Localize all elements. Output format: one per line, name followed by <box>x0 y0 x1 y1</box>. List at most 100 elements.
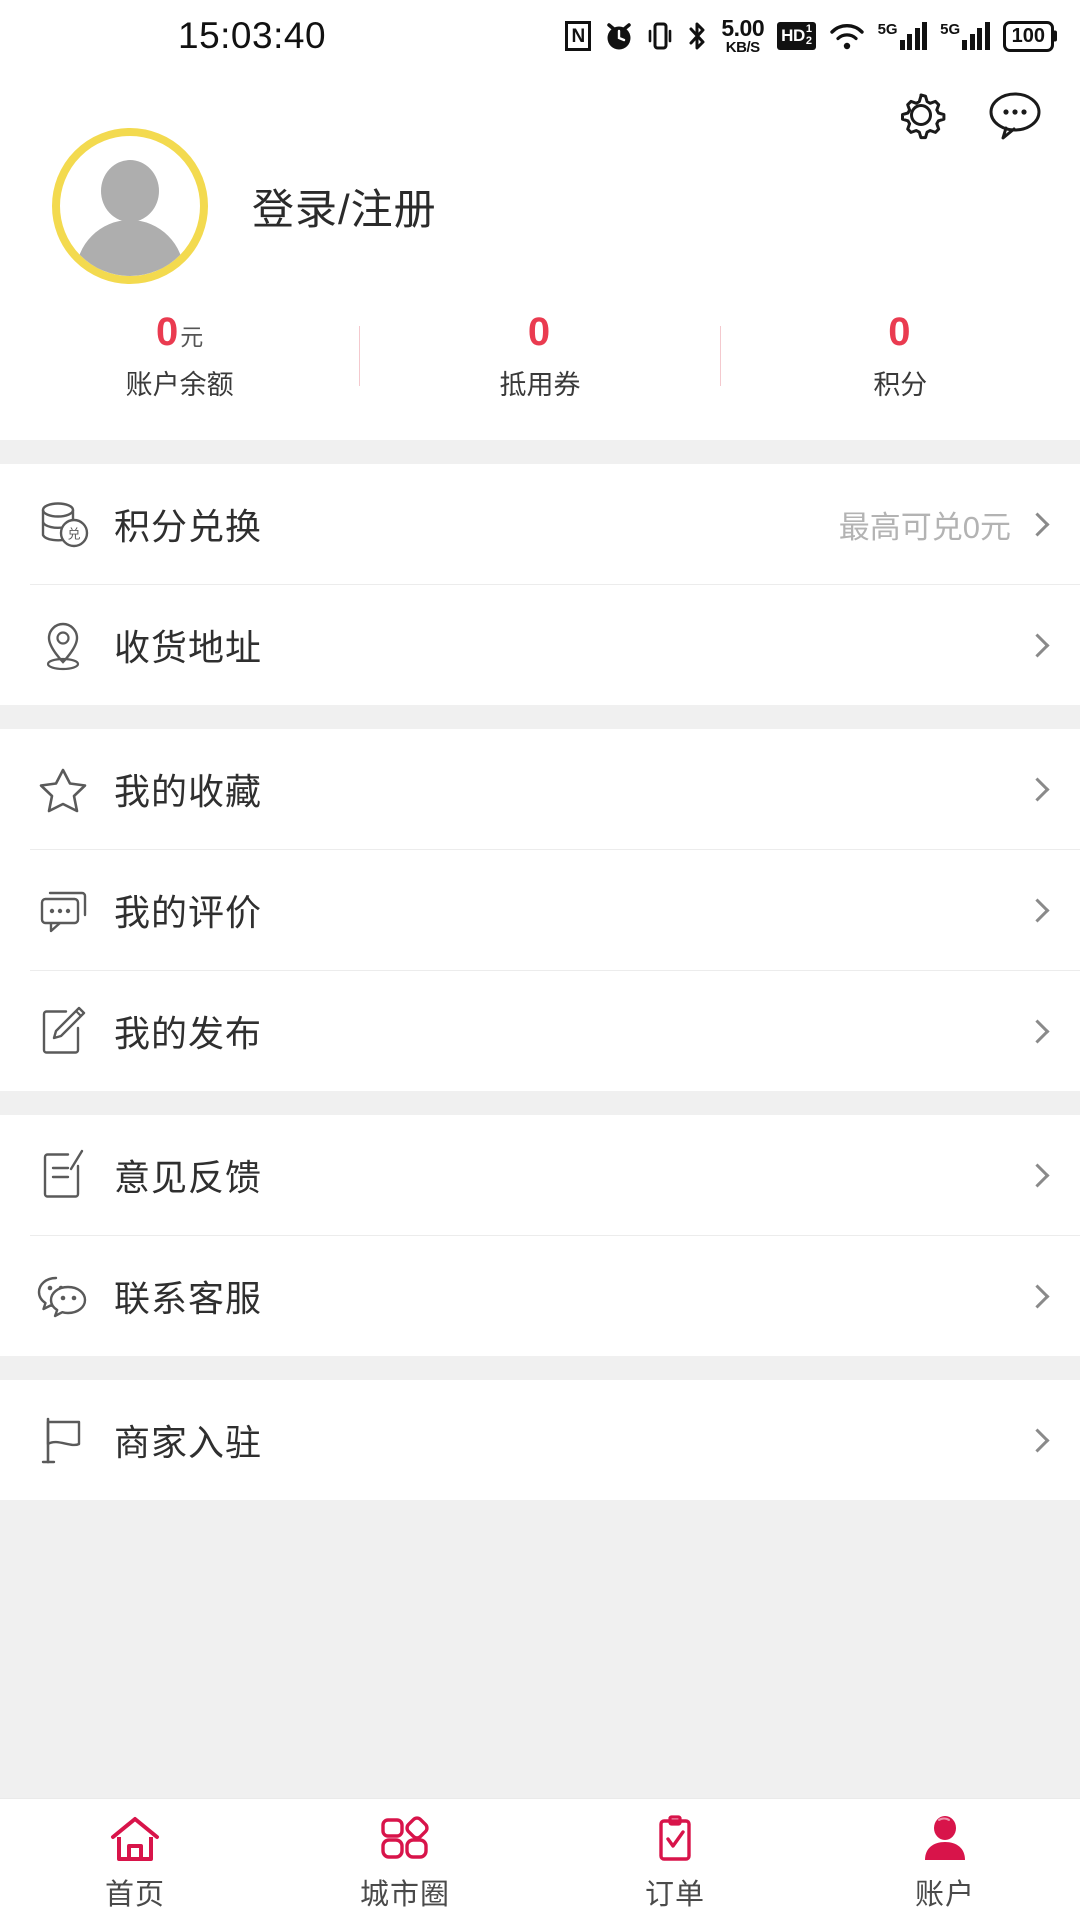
chevron-right-icon <box>1025 897 1050 923</box>
stat-balance-label: 账户余额 <box>125 370 234 400</box>
wifi-icon <box>829 21 865 51</box>
menu-item-customer-service[interactable]: 联系客服 <box>0 1236 1080 1356</box>
chevron-right-icon <box>1025 1018 1050 1044</box>
location-pin-icon <box>34 616 100 674</box>
menu-item-points-exchange[interactable]: 兑 积分兑换 最高可兑0元 <box>0 464 1080 584</box>
svg-text:兑: 兑 <box>67 527 80 542</box>
wechat-bubbles-icon <box>34 1267 100 1325</box>
stat-coupon-label: 抵用券 <box>499 370 581 400</box>
battery-icon: 100 <box>1002 20 1054 52</box>
avatar[interactable] <box>52 128 208 284</box>
edit-square-icon <box>34 1002 100 1060</box>
alarm-icon <box>604 20 634 52</box>
section-gap-2 <box>0 1091 1080 1115</box>
chevron-right-icon <box>1025 1162 1050 1188</box>
order-clipboard-icon <box>649 1813 701 1865</box>
menu-item-label: 我的发布 <box>114 1013 263 1054</box>
menu-item-right <box>1025 776 1050 802</box>
menu-item-right <box>1025 1018 1050 1044</box>
menu-item-label: 联系客服 <box>114 1278 263 1319</box>
nfc-icon: N <box>565 21 592 51</box>
stat-points-label: 积分 <box>873 370 928 400</box>
vibrate-icon <box>647 21 673 51</box>
tab-orders[interactable]: 订单 <box>540 1799 810 1920</box>
comment-icon <box>34 881 100 939</box>
network-speed-unit: KB/S <box>725 39 760 56</box>
tab-home[interactable]: 首页 <box>0 1799 270 1920</box>
bottom-filler <box>0 1500 1080 1798</box>
hd-icon-main: HD <box>781 26 805 46</box>
avatar-body-shape <box>76 220 184 276</box>
star-icon <box>34 760 100 818</box>
menu-item-right <box>1025 897 1050 923</box>
hd-voice-icon: HD 1 2 <box>777 22 816 50</box>
menu-item-my-reviews[interactable]: 我的评价 <box>0 850 1080 970</box>
section-gap-top <box>0 440 1080 464</box>
menu-item-feedback[interactable]: 意见反馈 <box>0 1115 1080 1235</box>
network-speed-indicator: 5.00 KB/S <box>721 15 765 56</box>
menu-section-4: 商家入驻 <box>0 1380 1080 1500</box>
chevron-right-icon <box>1025 632 1050 658</box>
menu-item-right <box>1025 1427 1050 1453</box>
signal-5g-1-icon: 5G <box>878 22 928 50</box>
status-bar-icons: N 5.00 KB/S HD 1 2 5G 5G 100 <box>565 17 1054 55</box>
menu-item-label: 积分兑换 <box>114 506 263 547</box>
chevron-right-icon <box>1025 776 1050 802</box>
tab-home-label: 首页 <box>104 1878 165 1911</box>
home-icon <box>109 1813 161 1865</box>
profile-header: 登录/注册 0元 账户余额 0 抵用券 0 积分 <box>0 72 1080 440</box>
hd-icon-sub2: 2 <box>805 35 812 47</box>
menu-item-favorites[interactable]: 我的收藏 <box>0 729 1080 849</box>
menu-item-label: 商家入驻 <box>114 1422 263 1463</box>
signal-5g-1-tag: 5G <box>877 21 898 38</box>
menu-item-right <box>1025 632 1050 658</box>
chevron-right-icon <box>1025 1427 1050 1453</box>
points-exchange-icon: 兑 <box>34 495 100 553</box>
section-gap-3 <box>0 1356 1080 1380</box>
status-bar-clock: 15:03:40 <box>178 15 327 56</box>
gear-icon[interactable] <box>890 84 952 151</box>
menu-section-2: 我的收藏 我的评价 我的发布 <box>0 729 1080 1091</box>
stat-points[interactable]: 0 积分 <box>721 310 1080 402</box>
stat-points-value: 0 <box>888 310 911 354</box>
stat-coupon-value: 0 <box>527 310 551 354</box>
avatar-head-shape <box>101 160 159 222</box>
menu-item-right <box>1025 1162 1050 1188</box>
profile-login-area[interactable]: 登录/注册 <box>52 128 437 284</box>
bottom-tab-bar: 首页 城市圈 订单 账户 <box>0 1798 1080 1920</box>
menu-item-shipping-address[interactable]: 收货地址 <box>0 585 1080 705</box>
tab-city-circle[interactable]: 城市圈 <box>270 1799 540 1920</box>
stat-balance-unit: 元 <box>180 324 204 350</box>
section-gap-1 <box>0 705 1080 729</box>
menu-scroll-area: 兑 积分兑换 最高可兑0元 收货地址 我的收藏 我的评价 我的发布 意见反馈 联… <box>0 440 1080 1798</box>
tab-city-circle-label: 城市圈 <box>359 1878 450 1911</box>
points-exchange-hint: 最高可兑0元 <box>838 509 1011 545</box>
menu-section-1: 兑 积分兑换 最高可兑0元 收货地址 <box>0 464 1080 705</box>
stat-balance-value: 0 <box>156 310 179 354</box>
chat-bubble-icon[interactable] <box>984 84 1046 151</box>
menu-item-label: 我的收藏 <box>114 771 263 812</box>
city-circle-icon <box>379 1813 431 1865</box>
login-register-label[interactable]: 登录/注册 <box>252 176 437 237</box>
menu-section-3: 意见反馈 联系客服 <box>0 1115 1080 1356</box>
network-speed-value: 5.00 <box>721 15 765 41</box>
header-actions <box>890 84 1046 151</box>
menu-item-label: 收货地址 <box>114 627 263 668</box>
menu-item-my-posts[interactable]: 我的发布 <box>0 971 1080 1091</box>
stat-coupon[interactable]: 0 抵用券 <box>360 310 719 402</box>
menu-item-label: 意见反馈 <box>114 1157 263 1198</box>
tab-orders-label: 订单 <box>644 1878 705 1911</box>
signal-5g-2-tag: 5G <box>940 21 961 38</box>
menu-item-merchant-join[interactable]: 商家入驻 <box>0 1380 1080 1500</box>
signal-5g-2-icon: 5G <box>940 22 990 50</box>
tab-account[interactable]: 账户 <box>810 1799 1080 1920</box>
bluetooth-icon <box>686 20 708 52</box>
account-person-icon <box>919 1813 971 1865</box>
feedback-doc-icon <box>34 1146 100 1204</box>
stat-balance[interactable]: 0元 账户余额 <box>0 310 359 402</box>
menu-item-right <box>1025 1283 1050 1309</box>
flag-icon <box>34 1411 100 1469</box>
status-bar: 15:03:40 N 5.00 KB/S HD 1 2 5G 5G 100 <box>0 0 1080 72</box>
chevron-right-icon <box>1025 1283 1050 1309</box>
menu-item-right: 最高可兑0元 <box>838 502 1050 547</box>
